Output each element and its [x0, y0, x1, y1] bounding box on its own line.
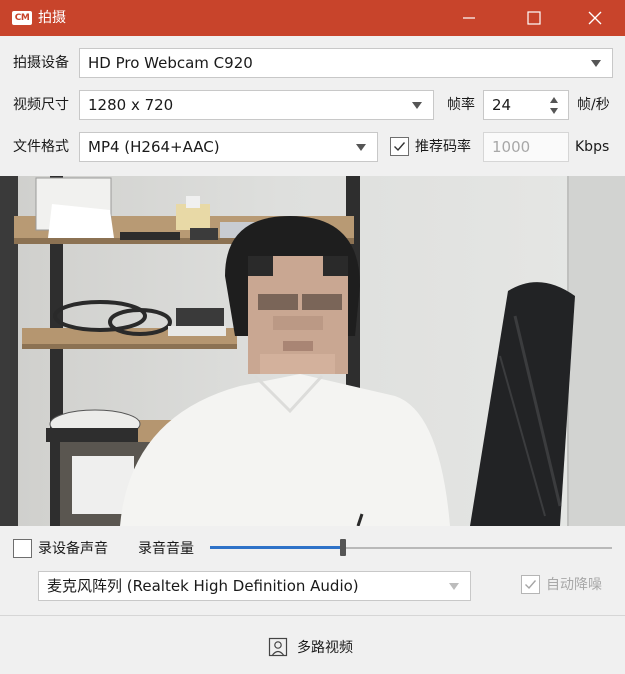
app-logo-icon: CM [12, 11, 32, 25]
recommend-bitrate-checkbox[interactable] [390, 137, 409, 156]
spinner-arrows[interactable] [550, 94, 560, 118]
device-value: HD Pro Webcam C920 [88, 54, 253, 72]
framerate-unit: 帧/秒 [577, 97, 610, 113]
chevron-down-icon [591, 60, 601, 67]
window-title: 拍摄 [38, 10, 66, 26]
resolution-select[interactable]: 1280 x 720 [79, 90, 434, 120]
minimize-icon [463, 17, 475, 19]
title-bar[interactable]: CM 拍摄 [0, 0, 625, 36]
close-button[interactable] [567, 0, 623, 36]
format-label: 文件格式 [13, 139, 69, 155]
framerate-label: 帧率 [447, 97, 475, 113]
auto-denoise-checkbox[interactable] [521, 575, 540, 594]
camera-preview-image [0, 176, 625, 526]
resolution-label: 视频尺寸 [13, 97, 69, 113]
multi-video-button[interactable]: 多路视频 [258, 630, 363, 664]
device-label: 拍摄设备 [13, 55, 69, 71]
volume-slider-track[interactable] [343, 546, 612, 549]
record-device-audio-checkbox[interactable] [13, 539, 32, 558]
camera-preview [0, 176, 625, 526]
microphone-select[interactable]: 麦克风阵列 (Realtek High Definition Audio) [38, 571, 471, 601]
spin-down-icon[interactable] [550, 108, 558, 114]
spin-up-icon[interactable] [550, 97, 558, 103]
resolution-value: 1280 x 720 [88, 96, 174, 114]
volume-slider-fill[interactable] [210, 546, 343, 549]
minimize-button[interactable] [441, 0, 497, 36]
bitrate-unit: Kbps [575, 139, 610, 155]
record-device-audio-label[interactable]: 录设备声音 [38, 539, 108, 559]
volume-slider-handle[interactable] [340, 539, 346, 556]
format-value: MP4 (H264+AAC) [88, 138, 220, 156]
bitrate-value: 1000 [492, 138, 531, 156]
microphone-value: 麦克风阵列 (Realtek High Definition Audio) [47, 577, 359, 595]
auto-denoise-label[interactable]: 自动降噪 [546, 575, 602, 595]
chevron-down-icon [449, 583, 459, 590]
checkmark-icon [525, 580, 537, 590]
multi-video-label: 多路视频 [297, 640, 353, 656]
recommend-bitrate-label[interactable]: 推荐码率 [415, 137, 471, 157]
maximize-button[interactable] [506, 0, 562, 36]
format-select[interactable]: MP4 (H264+AAC) [79, 132, 378, 162]
device-select[interactable]: HD Pro Webcam C920 [79, 48, 613, 78]
bitrate-input[interactable]: 1000 [483, 132, 569, 162]
framerate-spinbox[interactable]: 24 [483, 90, 569, 120]
checkmark-icon [394, 142, 406, 152]
footer-divider [0, 615, 625, 616]
person-portrait-icon [268, 637, 288, 657]
maximize-icon [527, 11, 541, 25]
chevron-down-icon [412, 102, 422, 109]
chevron-down-icon [356, 144, 366, 151]
close-icon [588, 11, 602, 25]
framerate-value: 24 [492, 96, 512, 114]
volume-label: 录音音量 [138, 541, 194, 557]
